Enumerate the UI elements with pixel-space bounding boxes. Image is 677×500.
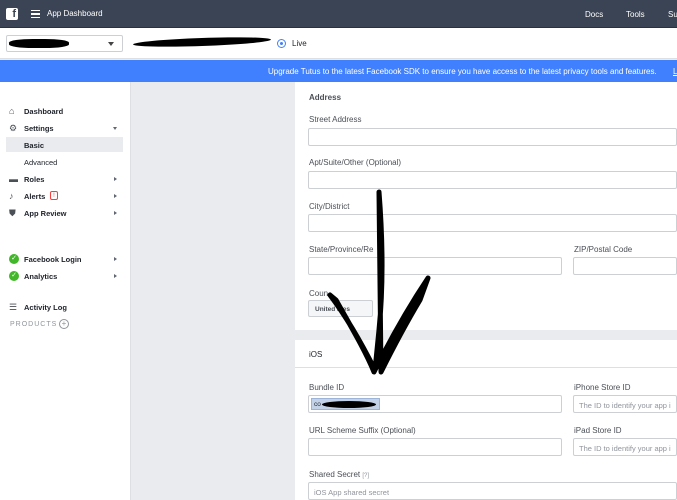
sidebar-item-label: App Review: [24, 209, 67, 218]
app-select-dropdown[interactable]: [6, 35, 123, 52]
ipad-store-id-input[interactable]: The ID to identify your app i: [573, 438, 677, 456]
add-product-icon[interactable]: +: [59, 319, 69, 329]
url-scheme-suffix-label: URL Scheme Suffix (Optional): [309, 426, 416, 435]
check-circle-icon: ✓: [9, 254, 19, 264]
redacted-bundle-id: [322, 401, 376, 408]
shared-secret-label-text: Shared Secret: [309, 470, 361, 479]
sidebar-item-dashboard[interactable]: ⌂ Dashboard: [0, 103, 131, 119]
url-scheme-suffix-input[interactable]: [308, 438, 562, 456]
sidebar-item-settings[interactable]: ⚙ Settings: [0, 120, 131, 136]
divider: [295, 367, 677, 368]
chevron-down-icon: [108, 42, 114, 46]
bell-icon: ♪: [9, 191, 14, 201]
chevron-right-icon: [114, 211, 117, 215]
redacted-app-name: [9, 39, 69, 48]
city-district-input[interactable]: [308, 214, 677, 232]
banner-learn-more-link[interactable]: L: [673, 67, 677, 76]
sidebar-item-label: Settings: [24, 124, 54, 133]
roles-icon: ▬: [9, 174, 18, 184]
check-circle-icon: ✓: [9, 271, 19, 281]
sidebar-item-advanced[interactable]: Advanced: [6, 154, 123, 169]
app-selector-bar: Live: [0, 28, 677, 59]
sidebar-item-label: Dashboard: [24, 107, 64, 116]
state-province-input[interactable]: [308, 257, 562, 275]
city-district-label: City/District: [309, 202, 350, 211]
country-label: Coun: [309, 289, 329, 298]
sdk-upgrade-banner: Upgrade Tutus to the latest Facebook SDK…: [0, 60, 677, 82]
sidebar-item-activity-log[interactable]: ☰ Activity Log: [0, 299, 131, 315]
tools-link[interactable]: Tools: [626, 10, 645, 19]
iphone-store-id-label: iPhone Store ID: [574, 383, 631, 392]
sidebar-item-label: Alerts: [24, 192, 46, 201]
sidebar-item-app-review[interactable]: ⛊ App Review: [0, 205, 131, 221]
facebook-logo-icon[interactable]: f: [6, 8, 18, 20]
state-province-label: State/Province/Re: [309, 245, 374, 254]
products-heading: PRODUCTS: [10, 321, 58, 328]
chevron-right-icon: [114, 177, 117, 181]
sidebar-item-roles[interactable]: ▬ Roles: [0, 171, 131, 187]
banner-message: Upgrade Tutus to the latest Facebook SDK…: [268, 67, 657, 76]
hamburger-menu-icon[interactable]: [31, 10, 40, 18]
sidebar-item-label: Roles: [24, 175, 45, 184]
list-icon: ☰: [9, 302, 18, 312]
support-link[interactable]: Su: [668, 10, 677, 19]
zip-postal-input[interactable]: [573, 257, 677, 275]
country-select[interactable]: United ates: [308, 300, 373, 317]
chevron-right-icon: [114, 274, 117, 278]
street-address-input[interactable]: [308, 128, 677, 146]
docs-link[interactable]: Docs: [585, 10, 603, 19]
address-heading: Address: [309, 93, 342, 102]
shared-secret-label: Shared Secret [?]: [309, 470, 369, 479]
sidebar-item-analytics[interactable]: ✓ Analytics: [0, 268, 131, 284]
live-label: Live: [292, 39, 307, 48]
alert-badge: !: [50, 191, 58, 200]
help-icon[interactable]: [?]: [362, 473, 369, 479]
bundle-id-value: co: [314, 401, 321, 408]
chevron-down-icon: [113, 127, 117, 130]
sidebar-item-alerts[interactable]: ♪ Alerts !: [0, 188, 131, 204]
shared-secret-input[interactable]: iOS App shared secret: [308, 482, 677, 500]
sidebar-item-label: Advanced: [24, 158, 58, 167]
sidebar-item-label: Activity Log: [24, 303, 67, 312]
sidebar-item-basic[interactable]: Basic: [6, 137, 123, 152]
ipad-store-id-label: iPad Store ID: [574, 426, 622, 435]
chevron-right-icon: [114, 194, 117, 198]
ios-heading: iOS: [309, 350, 323, 359]
street-address-label: Street Address: [309, 115, 362, 124]
country-value: United ates: [315, 306, 351, 313]
home-icon: ⌂: [9, 106, 15, 116]
iphone-store-id-input[interactable]: The ID to identify your app i: [573, 395, 677, 413]
apt-suite-label: Apt/Suite/Other (Optional): [309, 158, 402, 167]
redacted-app-id: [132, 35, 272, 49]
shield-icon: ⛊: [9, 208, 16, 218]
zip-postal-label: ZIP/Postal Code: [574, 245, 633, 254]
gear-icon: ⚙: [9, 123, 18, 133]
sidebar-item-label: Basic: [24, 141, 45, 150]
shared-secret-placeholder: iOS App shared secret: [314, 488, 390, 497]
top-navigation-bar: f App Dashboard Docs Tools Su: [0, 0, 677, 28]
ipad-store-id-placeholder: The ID to identify your app i: [579, 444, 671, 453]
iphone-store-id-placeholder: The ID to identify your app i: [579, 401, 671, 410]
sidebar-item-label: Facebook Login: [24, 255, 82, 264]
apt-suite-input[interactable]: [308, 171, 677, 189]
bundle-id-label: Bundle ID: [309, 383, 345, 392]
sidebar: ⌂ Dashboard ⚙ Settings Basic Advanced ▬ …: [0, 82, 131, 500]
chevron-right-icon: [114, 257, 117, 261]
sidebar-item-label: Analytics: [24, 272, 58, 281]
sidebar-item-facebook-login[interactable]: ✓ Facebook Login: [0, 251, 131, 267]
live-toggle-radio[interactable]: [277, 39, 286, 48]
app-dashboard-title[interactable]: App Dashboard: [47, 9, 103, 18]
